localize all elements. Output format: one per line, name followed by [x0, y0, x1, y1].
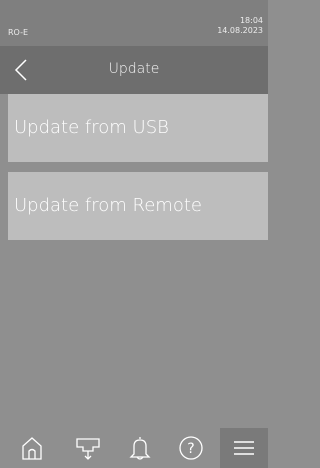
update-from-remote-label: Update from Remote	[14, 195, 202, 216]
update-from-usb-label: Update from USB	[14, 117, 169, 138]
home-icon	[22, 437, 42, 460]
screen: RO-E 18:04 14.08.2023 Update Update from…	[0, 0, 268, 468]
time: 18:04	[239, 16, 263, 25]
svg-text:?: ?	[187, 441, 194, 457]
drain-icon	[76, 438, 100, 460]
nav-alerts-button[interactable]	[120, 428, 160, 468]
device-name: RO-E	[8, 28, 29, 37]
clock: 18:04 14.08.2023	[217, 16, 263, 36]
page-title: Update	[108, 61, 160, 77]
title-bar: Update	[0, 46, 268, 94]
nav-help-button[interactable]: ?	[171, 428, 211, 468]
update-from-remote-button[interactable]: Update from Remote	[8, 172, 268, 240]
bell-icon	[129, 437, 151, 460]
bottom-nav: ?	[0, 428, 268, 468]
menu-icon	[234, 441, 254, 455]
nav-menu-button[interactable]	[220, 428, 268, 468]
help-icon: ?	[179, 436, 203, 460]
date: 14.08.2023	[217, 26, 263, 35]
nav-home-button[interactable]	[12, 428, 52, 468]
nav-drain-button[interactable]	[68, 428, 108, 468]
update-from-usb-button[interactable]: Update from USB	[8, 94, 268, 162]
status-bar: RO-E 18:04 14.08.2023	[0, 0, 268, 46]
